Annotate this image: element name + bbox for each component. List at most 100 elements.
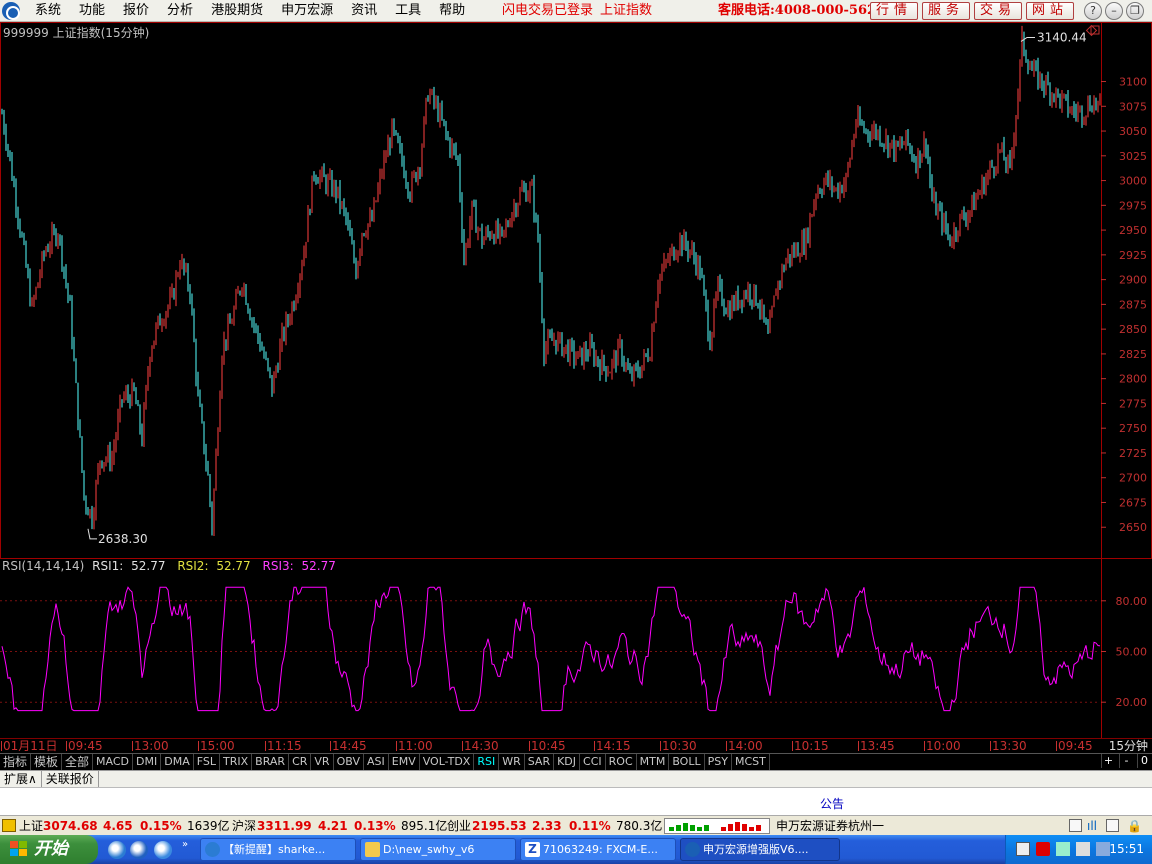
- candlestick-series: [1, 25, 1101, 537]
- tab-vr[interactable]: VR: [311, 754, 334, 770]
- period-selector[interactable]: 15分钟: [1109, 739, 1148, 753]
- restore-icon[interactable]: ❐: [1126, 2, 1144, 20]
- sh-label: 上证: [19, 819, 44, 833]
- lock-icon[interactable]: 🔒: [1127, 818, 1142, 834]
- minimize-icon[interactable]: –: [1105, 2, 1123, 20]
- chart-area[interactable]: 3100 3075 3050 3025 3000 2975 2950 2925 2900 2875…: [0, 22, 1152, 738]
- price-tick-label: 2925: [1119, 249, 1147, 262]
- help-icon[interactable]: ?: [1084, 2, 1102, 20]
- time-label: 10:30: [660, 739, 697, 753]
- tab-boll[interactable]: BOLL: [669, 754, 705, 770]
- ie-quicklaunch-icon[interactable]: [108, 841, 126, 859]
- signal-icon[interactable]: ıll: [1087, 818, 1097, 834]
- tab-rsi[interactable]: RSI: [474, 754, 500, 770]
- network-icon[interactable]: [1056, 842, 1070, 856]
- menu-function[interactable]: 功能: [70, 0, 114, 22]
- link-trade[interactable]: 交易: [974, 2, 1022, 20]
- cy-amount: 780.3亿: [616, 819, 663, 833]
- mail-icon[interactable]: [1106, 819, 1119, 832]
- link-service[interactable]: 服务: [922, 2, 970, 20]
- time-label: 13:30: [990, 739, 1027, 753]
- tab-indicator[interactable]: 指标: [0, 754, 32, 770]
- notice-label[interactable]: 公告: [820, 795, 844, 812]
- time-label: 09:45: [66, 739, 103, 753]
- tab-roc[interactable]: ROC: [606, 754, 637, 770]
- low-label: 2638.30: [98, 532, 148, 546]
- task-swhy[interactable]: 申万宏源增强版V6....: [680, 838, 840, 861]
- menu-news[interactable]: 资讯: [342, 0, 386, 22]
- tab-dmi[interactable]: DMI: [133, 754, 162, 770]
- chart-canvas[interactable]: 3100 3075 3050 3025 3000 2975 2950 2925 2900 2875…: [0, 22, 1152, 738]
- tab-mtm[interactable]: MTM: [637, 754, 670, 770]
- cy-pct: 0.11%: [569, 819, 611, 833]
- window-icon[interactable]: [1069, 819, 1082, 832]
- tab-emv[interactable]: EMV: [389, 754, 420, 770]
- tab-all[interactable]: 全部: [62, 754, 94, 770]
- reset-panel-button[interactable]: 0: [1137, 754, 1151, 768]
- tab-fsl[interactable]: FSL: [194, 754, 220, 770]
- tab-psy[interactable]: PSY: [705, 754, 732, 770]
- status-lock-icon[interactable]: [2, 819, 16, 832]
- time-label: 11:00: [396, 739, 433, 753]
- device-icon[interactable]: [1096, 842, 1110, 856]
- tab-kdj[interactable]: KDJ: [554, 754, 581, 770]
- price-tick-label: 2750: [1119, 422, 1147, 435]
- rsi2-label: RSI2: 52.77: [177, 559, 251, 573]
- chevron-icon[interactable]: »: [182, 839, 188, 850]
- keyboard-icon[interactable]: [1016, 842, 1030, 856]
- start-button[interactable]: 开始: [0, 835, 98, 864]
- volume-icon[interactable]: [1076, 842, 1090, 856]
- tab-macd[interactable]: MACD: [93, 754, 134, 770]
- tab-cci[interactable]: CCI: [580, 754, 606, 770]
- add-panel-button[interactable]: +: [1101, 754, 1115, 768]
- price-tick-label: 2650: [1119, 521, 1147, 534]
- menu-system[interactable]: 系统: [26, 0, 70, 22]
- menu-tools[interactable]: 工具: [386, 0, 430, 22]
- tab-template[interactable]: 模板: [31, 754, 63, 770]
- time-label: 14:45: [330, 739, 367, 753]
- tab-brar[interactable]: BRAR: [252, 754, 290, 770]
- hs-label: 沪深: [232, 819, 257, 833]
- task-fxcm[interactable]: Z 71063249: FXCM-E...: [520, 838, 676, 861]
- antivirus-icon[interactable]: [1036, 842, 1050, 856]
- remove-panel-button[interactable]: -: [1119, 754, 1133, 768]
- tab-asi[interactable]: ASI: [364, 754, 389, 770]
- ie2-quicklaunch-icon[interactable]: [154, 841, 172, 859]
- menu-help[interactable]: 帮助: [430, 0, 474, 22]
- ie-icon: [205, 842, 220, 857]
- windows-logo-icon: [10, 841, 28, 858]
- folder-icon: [365, 842, 380, 857]
- tab-dma[interactable]: DMA: [161, 754, 194, 770]
- task-folder[interactable]: D:\new_swhy_v6: [360, 838, 516, 861]
- menu-hk-futures[interactable]: 港股期货: [202, 0, 272, 22]
- price-tick-label: 2850: [1119, 323, 1147, 336]
- link-market[interactable]: 行情: [870, 2, 918, 20]
- tab-wr[interactable]: WR: [499, 754, 525, 770]
- rsi-header: RSI(14,14,14) RSI1: 52.77 RSI2: 52.77 RS…: [2, 559, 344, 573]
- link-website[interactable]: 网站: [1026, 2, 1074, 20]
- price-tick-label: 3050: [1119, 125, 1147, 138]
- tab-sar[interactable]: SAR: [525, 754, 555, 770]
- tab-trix[interactable]: TRIX: [220, 754, 253, 770]
- high-marker: [1020, 36, 1035, 42]
- tab-expand[interactable]: 扩展∧: [0, 771, 42, 787]
- maximize-panel-icon[interactable]: [1090, 25, 1100, 35]
- login-status[interactable]: 闪电交易已登录: [502, 0, 593, 22]
- time-label: 15:00: [198, 739, 235, 753]
- task-browser[interactable]: 【新提醒】sharke...: [200, 838, 356, 861]
- rsi3-label: RSI3: 52.77: [262, 559, 336, 573]
- tab-vol-tdx[interactable]: VOL-TDX: [420, 754, 475, 770]
- menu-analysis[interactable]: 分析: [158, 0, 202, 22]
- tab-cr[interactable]: CR: [289, 754, 312, 770]
- menu-swhy[interactable]: 申万宏源: [272, 0, 342, 22]
- menu-quote[interactable]: 报价: [114, 0, 158, 22]
- indicator-tabs: 指标 模板 全部 MACD DMI DMA FSL TRIX BRAR CR V…: [0, 753, 1152, 770]
- hs-pct: 0.13%: [354, 819, 396, 833]
- tab-related-quotes[interactable]: 关联报价: [42, 771, 99, 787]
- broker-name: 申万宏源证券杭州一: [776, 819, 885, 833]
- tab-obv[interactable]: OBV: [334, 754, 364, 770]
- price-tick-label: 2800: [1119, 373, 1147, 386]
- browser-quicklaunch-icon[interactable]: [130, 841, 148, 859]
- current-index-label[interactable]: 上证指数: [600, 0, 652, 22]
- tab-mcst[interactable]: MCST: [732, 754, 770, 770]
